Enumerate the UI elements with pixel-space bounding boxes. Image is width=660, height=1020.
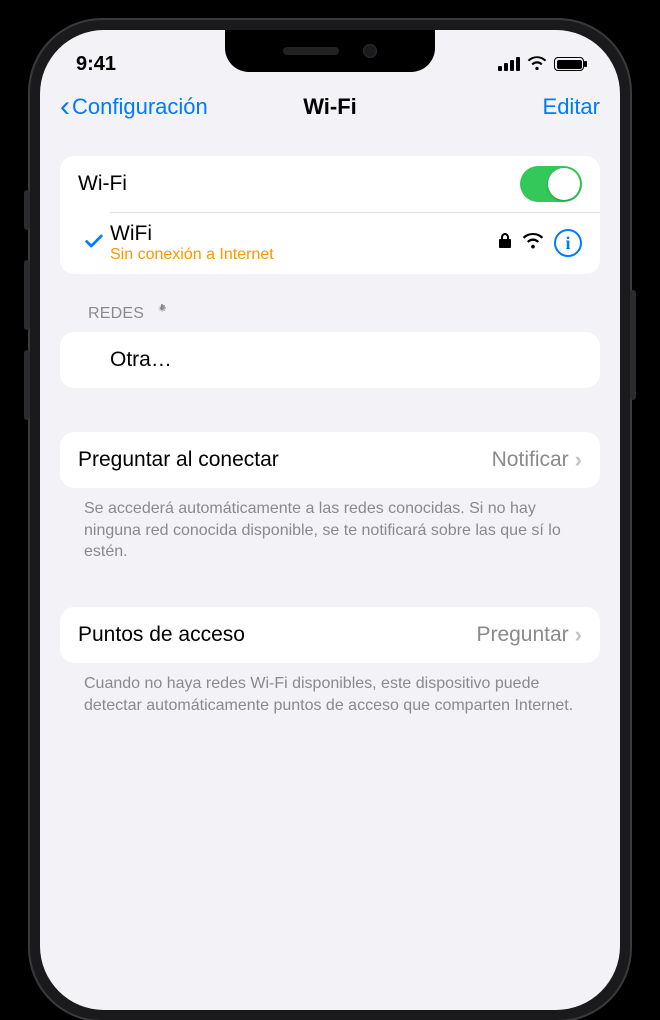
- loading-spinner-icon: [152, 304, 172, 324]
- wifi-status-icon: [527, 53, 547, 76]
- status-time: 9:41: [76, 53, 116, 76]
- device-notch: [225, 30, 435, 72]
- networks-header: REDES: [60, 274, 600, 332]
- volume-down-button[interactable]: [24, 350, 30, 420]
- network-status: Sin conexión a Internet: [110, 246, 274, 264]
- power-button[interactable]: [630, 290, 636, 400]
- back-button[interactable]: ‹ Configuración: [60, 92, 208, 122]
- chevron-left-icon: ‹: [60, 92, 70, 122]
- checkmark-icon: [83, 230, 105, 257]
- wifi-toggle-row: Wi-Fi: [60, 156, 600, 212]
- wifi-toggle-label: Wi-Fi: [78, 172, 127, 196]
- wifi-signal-icon: [522, 233, 544, 254]
- ask-to-join-row[interactable]: Preguntar al conectar Notificar ›: [60, 432, 600, 488]
- hotspot-value: Preguntar: [476, 623, 568, 647]
- ask-to-join-footer: Se accederá automáticamente a las redes …: [60, 488, 600, 563]
- wifi-toggle[interactable]: [520, 166, 582, 202]
- battery-icon: [554, 57, 584, 71]
- front-camera: [363, 44, 377, 58]
- network-info-button[interactable]: i: [554, 229, 582, 257]
- lock-icon: [498, 233, 512, 254]
- nav-bar: ‹ Configuración Wi-Fi Editar: [40, 84, 620, 132]
- speaker-grille: [283, 47, 339, 55]
- hotspot-row[interactable]: Puntos de acceso Preguntar ›: [60, 607, 600, 663]
- other-network-label: Otra…: [110, 348, 172, 372]
- wifi-group: Wi-Fi WiFi Sin conexión a Internet: [60, 156, 600, 274]
- ask-to-join-group: Preguntar al conectar Notificar ›: [60, 432, 600, 488]
- chevron-right-icon: ›: [569, 622, 582, 648]
- ask-to-join-label: Preguntar al conectar: [78, 448, 279, 472]
- network-name: WiFi: [110, 222, 274, 246]
- connected-network-row[interactable]: WiFi Sin conexión a Internet: [60, 212, 600, 274]
- hotspot-footer: Cuando no haya redes Wi-Fi disponibles, …: [60, 663, 600, 716]
- edit-button[interactable]: Editar: [543, 94, 600, 120]
- back-label: Configuración: [72, 94, 208, 120]
- hotspot-label: Puntos de acceso: [78, 623, 245, 647]
- mute-switch[interactable]: [24, 190, 30, 230]
- volume-up-button[interactable]: [24, 260, 30, 330]
- phone-frame: 9:41 ‹ Configuración Wi-Fi Editar: [30, 20, 630, 1020]
- cellular-signal-icon: [498, 57, 520, 71]
- other-network-row[interactable]: Otra…: [60, 332, 600, 388]
- networks-group: Otra…: [60, 332, 600, 388]
- ask-to-join-value: Notificar: [492, 448, 569, 472]
- hotspot-group: Puntos de acceso Preguntar ›: [60, 607, 600, 663]
- networks-header-label: REDES: [88, 305, 144, 323]
- chevron-right-icon: ›: [569, 447, 582, 473]
